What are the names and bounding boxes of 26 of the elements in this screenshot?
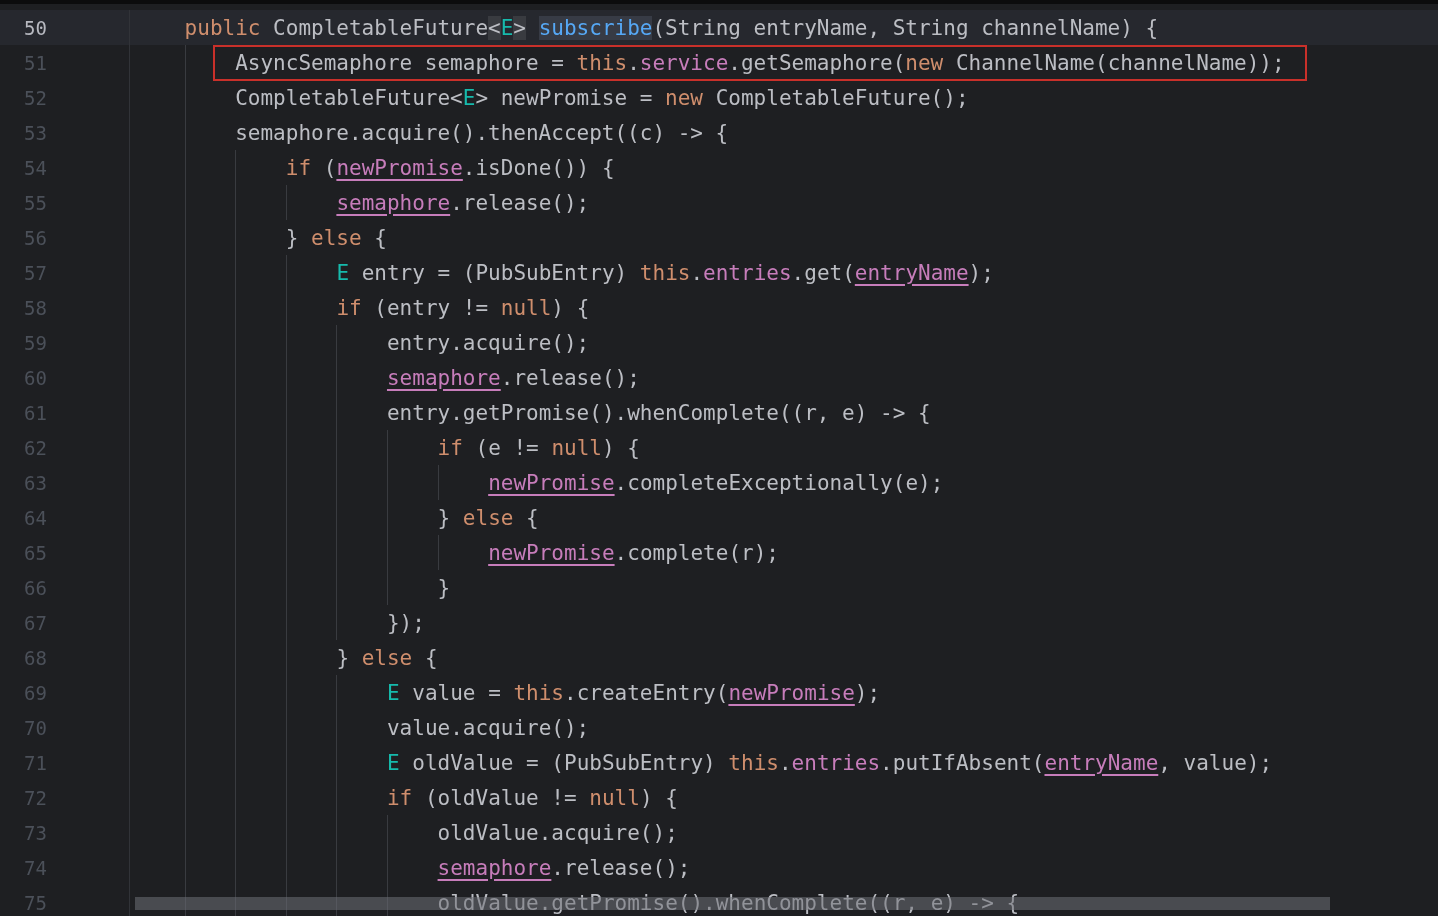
code-line: value.acquire(); [386,714,590,742]
code-line: semaphore.acquire().thenAccept((c) -> { [235,119,729,147]
code-line: entry.getPromise().whenComplete((r, e) -> { [386,399,931,427]
code-line: E value = this.createEntry(newPromise); [386,679,881,707]
code-line: E entry = (PubSubEntry) this.entries.get(entryName); [336,259,994,287]
code-line: semaphore.release(); [386,364,640,392]
code-line: newPromise.complete(r); [488,539,779,567]
code-line: public CompletableFuture<E> subscribe(String entryName, String channelName) { [184,14,1159,42]
code-line: } else { [437,504,539,532]
code-line: oldValue.getPromise().whenComplete((r, e) -> { [437,889,1020,916]
code-line: if (oldValue != null) { [386,784,678,812]
code-line: entry.acquire(); [386,329,590,357]
code-line: if (e != null) { [437,434,640,462]
code-line: if (entry != null) { [336,294,590,322]
code-line: semaphore.release(); [437,854,691,882]
code-line: } [437,574,451,602]
code-line: } else { [285,224,387,252]
code-line: semaphore.release(); [336,189,590,217]
code-line: newPromise.completeExceptionally(e); [488,469,944,497]
code-line: }); [386,609,425,637]
line-number: 50 [24,16,47,39]
code-line: E oldValue = (PubSubEntry) this.entries.putIfAbsent(entryName, value); [386,749,1273,777]
code-line: oldValue.acquire(); [437,819,678,847]
code-line: } else { [336,644,438,672]
code-line: CompletableFuture<E> newPromise = new CompletableFuture(); [235,84,969,112]
code-line: if (newPromise.isDone()) { [285,154,615,182]
